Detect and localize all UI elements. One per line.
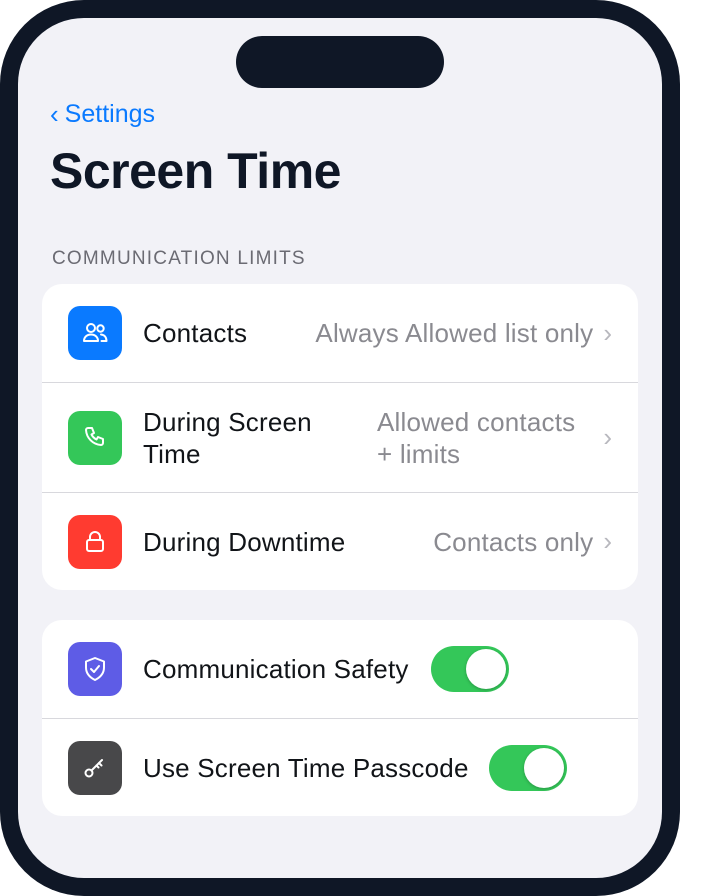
contacts-value: Always Allowed list only [315,318,594,348]
screen-time-passcode-row: Use Screen Time Passcode [42,718,638,816]
value-line-2: + limits [377,438,461,469]
key-icon [68,740,122,795]
toggle-knob [465,649,506,689]
screen-time-passcode-label: Use Screen Time Passcode [143,752,469,783]
during-screen-time-label: During Screen Time [143,406,312,470]
screen-time-passcode-toggle[interactable] [488,744,567,791]
contacts-label: Contacts [143,318,248,348]
value-line-1: Allowed contacts [377,406,576,437]
during-downtime-row[interactable]: During Downtime Contacts only › [42,492,638,590]
page-title: Screen Time [50,143,341,199]
during-screen-time-value: Allowed contacts + limits [377,406,575,470]
person-2-icon [68,306,122,360]
screen: ‹ Settings Screen Time COMMUNICATION LIM… [18,18,662,878]
during-downtime-value: Contacts only [433,526,594,557]
chevron-right-icon: › [603,317,612,348]
contacts-row[interactable]: Contacts Always Allowed list only › [42,284,638,382]
back-button[interactable]: ‹ Settings [50,100,155,129]
label-line-2: Time [143,438,201,469]
during-downtime-label: During Downtime [143,526,346,557]
communication-safety-toggle[interactable] [430,646,509,692]
toggle-knob [523,747,564,788]
chevron-right-icon: › [603,422,612,452]
during-screen-time-row[interactable]: During Screen Time Allowed contacts + li… [42,382,638,492]
phone-frame: ‹ Settings Screen Time COMMUNICATION LIM… [0,0,680,896]
back-label: Settings [64,100,156,128]
communication-safety-row: Communication Safety [42,620,638,718]
chevron-left-icon: ‹ [50,98,59,129]
section-header: COMMUNICATION LIMITS [52,248,306,269]
communication-safety-label: Communication Safety [143,654,409,684]
communication-limits-group: Contacts Always Allowed list only › Duri… [42,284,638,590]
label-line-1: During Screen [143,406,312,437]
phone-icon [68,410,122,465]
shield-check-icon [68,642,122,696]
dynamic-island [236,36,444,88]
chevron-right-icon: › [603,526,612,556]
lock-icon [68,514,122,569]
safety-group: Communication Safety Use Screen Time Pas… [42,620,638,816]
